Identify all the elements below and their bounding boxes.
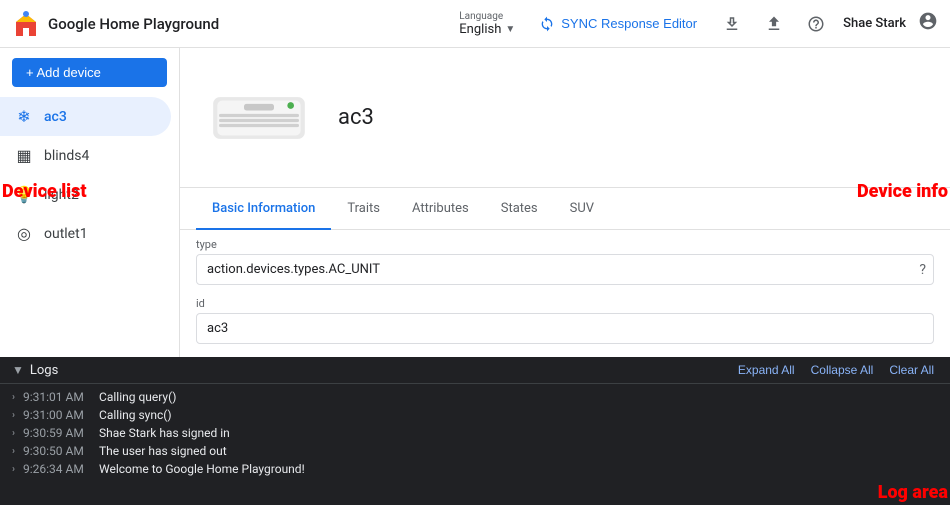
logs-list: › 9:31:01 AM Calling query() › 9:31:00 AM Cal… xyxy=(0,384,950,505)
top-bar: Google Home Playground Language English … xyxy=(0,0,950,48)
language-label: Language xyxy=(459,11,503,22)
expand-all-button[interactable]: Expand All xyxy=(734,361,799,379)
log-expand-icon[interactable]: › xyxy=(12,464,15,475)
log-time: 9:26:34 AM xyxy=(23,462,95,476)
type-field-value: action.devices.types.AC_UNIT xyxy=(196,254,934,285)
log-expand-icon[interactable]: › xyxy=(12,446,15,457)
main-layout: + Add device ❄ ac3 ▦ blinds4 💡 light2 ◎ outlet1… xyxy=(0,48,950,357)
sync-response-editor-button[interactable]: SYNC Response Editor xyxy=(531,12,705,36)
log-entry: › 9:30:59 AM Shae Stark has signed in xyxy=(0,424,950,442)
user-name: Shae Stark xyxy=(843,16,906,31)
logs-chevron-icon: ▼ xyxy=(12,363,24,377)
log-msg: The user has signed out xyxy=(99,444,227,458)
sync-icon xyxy=(539,16,555,32)
id-field-value: ac3 xyxy=(196,313,934,344)
form-area: type action.devices.types.AC_UNIT ? id a… xyxy=(180,230,950,357)
add-device-label: + Add device xyxy=(26,65,101,80)
log-msg: Calling sync() xyxy=(99,408,172,422)
log-entry: › 9:31:01 AM Calling query() xyxy=(0,388,950,406)
tab-traits[interactable]: Traits xyxy=(331,189,396,230)
download-icon xyxy=(765,15,783,33)
log-time: 9:30:59 AM xyxy=(23,426,95,440)
app-title: Google Home Playground xyxy=(48,15,219,33)
sidebar-item-outlet1[interactable]: ◎ outlet1 xyxy=(0,214,171,253)
help-icon-button[interactable] xyxy=(801,9,831,39)
logs-actions: Expand All Collapse All Clear All xyxy=(734,361,938,379)
language-selector[interactable]: Language English ▼ xyxy=(459,11,515,37)
sidebar: + Add device ❄ ac3 ▦ blinds4 💡 light2 ◎ outlet1 xyxy=(0,48,180,357)
device-label-blinds4: blinds4 xyxy=(44,148,89,164)
device-icon-ac3: ❄ xyxy=(14,107,34,126)
sidebar-item-ac3[interactable]: ❄ ac3 xyxy=(0,97,171,136)
type-field-label: type xyxy=(196,238,934,251)
log-entry: › 9:31:00 AM Calling sync() xyxy=(0,406,950,424)
device-label-light2: light2 xyxy=(44,187,79,203)
ac-unit-image xyxy=(209,88,309,148)
logs-header-text: Logs xyxy=(30,363,58,378)
type-help-icon[interactable]: ? xyxy=(919,262,926,278)
log-expand-icon[interactable]: › xyxy=(12,410,15,421)
account-icon xyxy=(918,11,938,31)
log-expand-icon[interactable]: › xyxy=(12,392,15,403)
log-entry: › 9:30:50 AM The user has signed out xyxy=(0,442,950,460)
add-device-button[interactable]: + Add device xyxy=(12,58,167,87)
upload-icon-button[interactable] xyxy=(717,9,747,39)
tabs-bar: Basic InformationTraitsAttributesStatesS… xyxy=(180,188,950,230)
log-msg: Shae Stark has signed in xyxy=(99,426,230,440)
tab-attributes[interactable]: Attributes xyxy=(396,189,485,230)
device-icon-blinds4: ▦ xyxy=(14,146,34,165)
device-preview-name: ac3 xyxy=(338,105,374,130)
language-value: English xyxy=(459,22,501,37)
sync-btn-label: SYNC Response Editor xyxy=(561,16,697,31)
log-entry: › 9:26:34 AM Welcome to Google Home Playgr… xyxy=(0,460,950,478)
device-icon-outlet1: ◎ xyxy=(14,224,34,243)
collapse-all-button[interactable]: Collapse All xyxy=(807,361,878,379)
id-field: id ac3 xyxy=(196,297,934,344)
device-image xyxy=(204,78,314,158)
logo-area: Google Home Playground xyxy=(12,10,219,38)
avatar-button[interactable] xyxy=(918,11,938,36)
device-preview: ac3 xyxy=(180,48,950,188)
logs-section: ▼ Logs Expand All Collapse All Clear All… xyxy=(0,357,950,505)
device-label-ac3: ac3 xyxy=(44,109,67,125)
log-time: 9:31:00 AM xyxy=(23,408,95,422)
google-home-logo xyxy=(12,10,40,38)
chevron-down-icon: ▼ xyxy=(505,24,515,35)
device-label-outlet1: outlet1 xyxy=(44,226,88,242)
tab-states[interactable]: States xyxy=(485,189,554,230)
log-msg: Welcome to Google Home Playground! xyxy=(99,462,305,476)
sidebar-item-blinds4[interactable]: ▦ blinds4 xyxy=(0,136,171,175)
clear-all-button[interactable]: Clear All xyxy=(885,361,938,379)
device-list: ❄ ac3 ▦ blinds4 💡 light2 ◎ outlet1 xyxy=(0,97,179,253)
logs-header: ▼ Logs Expand All Collapse All Clear All xyxy=(0,357,950,384)
type-field: type action.devices.types.AC_UNIT ? xyxy=(196,238,934,285)
log-expand-icon[interactable]: › xyxy=(12,428,15,439)
tab-suv[interactable]: SUV xyxy=(554,189,610,230)
device-icon-light2: 💡 xyxy=(14,185,34,204)
content-area: ac3 Basic InformationTraitsAttributesSta… xyxy=(180,48,950,357)
upload-icon xyxy=(723,15,741,33)
question-icon xyxy=(807,15,825,33)
id-field-label: id xyxy=(196,297,934,310)
tab-basic-info[interactable]: Basic Information xyxy=(196,189,331,230)
log-time: 9:30:50 AM xyxy=(23,444,95,458)
log-time: 9:31:01 AM xyxy=(23,390,95,404)
log-msg: Calling query() xyxy=(99,390,176,404)
download-icon-button[interactable] xyxy=(759,9,789,39)
sidebar-item-light2[interactable]: 💡 light2 xyxy=(0,175,171,214)
